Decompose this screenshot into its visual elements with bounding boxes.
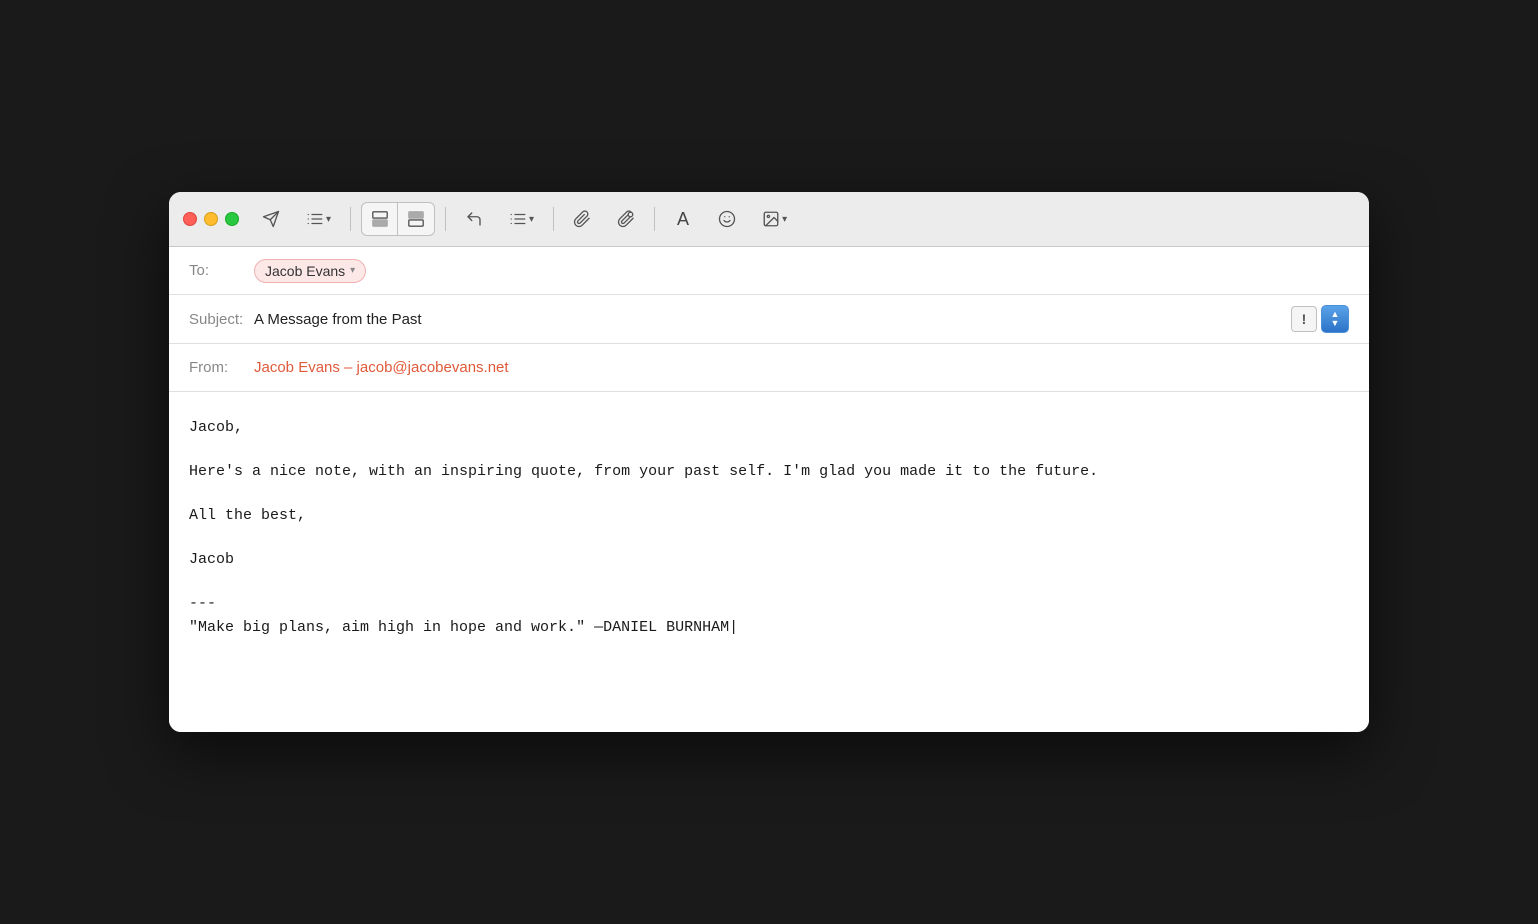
subject-field-row: Subject: A Message from the Past ! ▲ ▼ xyxy=(169,295,1369,344)
priority-label: ! xyxy=(1302,311,1307,327)
font-icon: A xyxy=(677,209,689,230)
image-button[interactable]: ▾ xyxy=(753,203,796,235)
image-icon xyxy=(762,210,780,228)
text-cursor xyxy=(729,619,738,636)
list2-icon xyxy=(509,210,527,228)
quote-line: "Make big plans, aim high in hope and wo… xyxy=(189,616,1349,640)
hide-fields-icon xyxy=(407,210,425,228)
list2-button[interactable]: ▾ xyxy=(500,203,543,235)
image-chevron: ▾ xyxy=(782,214,787,225)
greeting-line: Jacob, xyxy=(189,416,1349,440)
maximize-button[interactable] xyxy=(225,212,239,226)
minimize-button[interactable] xyxy=(204,212,218,226)
divider-2 xyxy=(445,207,446,231)
attachment-button[interactable] xyxy=(564,203,600,235)
from-field-row: From: Jacob Evans – jacob@jacobevans.net xyxy=(169,344,1369,392)
list-icon xyxy=(306,210,324,228)
from-label: From: xyxy=(189,359,254,376)
send-icon xyxy=(262,210,280,228)
hide-fields-button[interactable] xyxy=(398,203,434,235)
attachment2-button[interactable] xyxy=(608,203,644,235)
divider-1 xyxy=(350,207,351,231)
compose-window: ▾ xyxy=(169,192,1369,732)
divider-3 xyxy=(553,207,554,231)
email-body[interactable]: Jacob, Here's a nice note, with an inspi… xyxy=(169,392,1369,732)
closing-line: All the best, xyxy=(189,504,1349,528)
quote-text: "Make big plans, aim high in hope and wo… xyxy=(189,619,729,636)
stepper-down-icon: ▼ xyxy=(1331,319,1340,328)
quote-section: --- "Make big plans, aim high in hope an… xyxy=(189,592,1349,640)
close-button[interactable] xyxy=(183,212,197,226)
show-fields-icon xyxy=(371,210,389,228)
priority-button[interactable]: ! xyxy=(1291,306,1317,332)
list2-chevron: ▾ xyxy=(529,214,534,225)
separator-line: --- xyxy=(189,592,1349,616)
toolbar: ▾ xyxy=(169,192,1369,247)
to-label: To: xyxy=(189,262,254,279)
show-fields-button[interactable] xyxy=(362,203,398,235)
priority-stepper[interactable]: ▲ ▼ xyxy=(1321,305,1349,333)
attachment-icon xyxy=(573,210,591,228)
recipient-chevron: ▾ xyxy=(350,265,355,276)
to-field-row: To: Jacob Evans ▾ xyxy=(169,247,1369,295)
signature-line: Jacob xyxy=(189,548,1349,572)
recipient-name: Jacob Evans xyxy=(265,263,345,279)
from-value[interactable]: Jacob Evans – jacob@jacobevans.net xyxy=(254,359,509,376)
reply-button[interactable] xyxy=(456,203,492,235)
send-button[interactable] xyxy=(253,203,289,235)
subject-label: Subject: xyxy=(189,311,254,328)
subject-value[interactable]: A Message from the Past xyxy=(254,311,1291,328)
body-paragraph: Here's a nice note, with an inspiring qu… xyxy=(189,460,1349,484)
font-button[interactable]: A xyxy=(665,203,701,235)
emoji-icon xyxy=(718,210,736,228)
list-chevron: ▾ xyxy=(326,214,331,225)
reply-icon xyxy=(465,210,483,228)
divider-4 xyxy=(654,207,655,231)
attachment2-icon xyxy=(617,210,635,228)
emoji-button[interactable] xyxy=(709,203,745,235)
format-list-button[interactable]: ▾ xyxy=(297,203,340,235)
traffic-lights xyxy=(183,212,239,226)
subject-actions: ! ▲ ▼ xyxy=(1291,305,1349,333)
recipient-chip[interactable]: Jacob Evans ▾ xyxy=(254,259,366,283)
header-fields-group xyxy=(361,202,435,236)
compose-area: To: Jacob Evans ▾ Subject: A Message fro… xyxy=(169,247,1369,732)
